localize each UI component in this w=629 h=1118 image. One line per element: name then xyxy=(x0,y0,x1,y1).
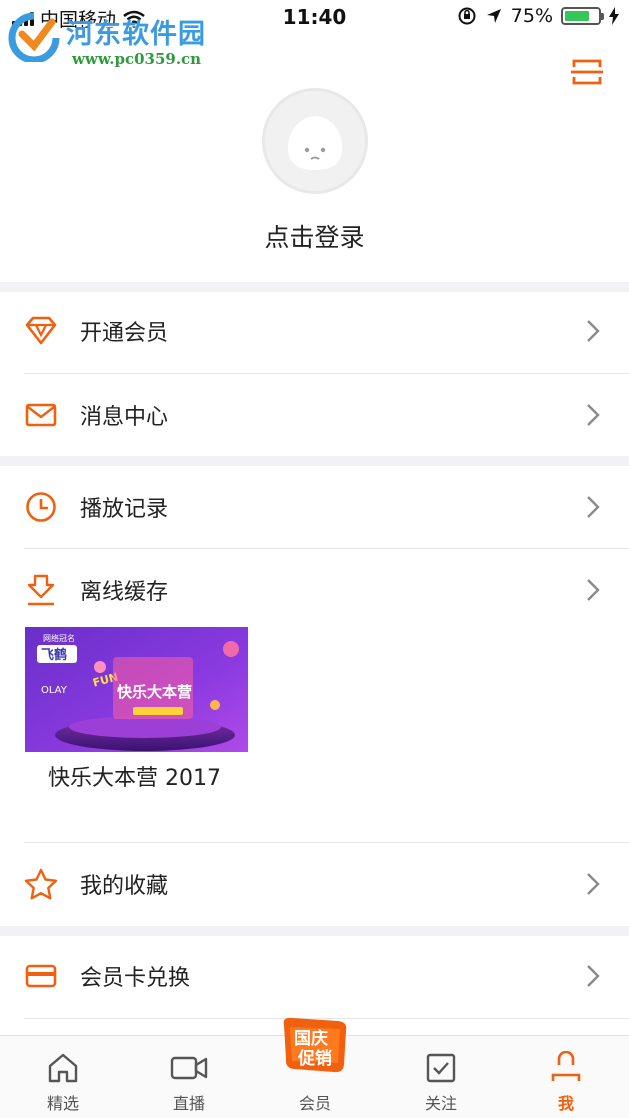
profile-section: 点击登录 xyxy=(0,80,629,280)
menu-item-history[interactable]: 播放记录 xyxy=(0,466,629,548)
battery-percent: 75% xyxy=(510,5,553,27)
menu-item-messages[interactable]: 消息中心 xyxy=(0,374,629,456)
mail-icon xyxy=(24,398,58,432)
poster-brand-text: 飞鹤 xyxy=(41,647,67,663)
poster-show-text: 快乐大本营 xyxy=(117,683,192,701)
poster-sponsor-text: OLAY xyxy=(41,685,68,696)
tab-me[interactable]: 我 xyxy=(503,1036,629,1118)
menu-item-card-redeem[interactable]: 会员卡兑换 xyxy=(0,935,629,1017)
poster-top-text: 网络冠名 xyxy=(43,633,75,643)
chevron-right-icon xyxy=(587,965,600,987)
avatar[interactable] xyxy=(262,88,368,194)
offline-video-title[interactable]: 快乐大本营 2017 xyxy=(48,760,221,792)
menu-label: 消息中心 xyxy=(80,405,169,430)
tab-label: 关注 xyxy=(424,1094,457,1113)
menu-item-vip[interactable]: 开通会员 xyxy=(0,290,629,372)
user-icon xyxy=(546,1050,586,1086)
chevron-right-icon xyxy=(587,873,600,895)
charging-icon xyxy=(609,7,619,25)
tab-featured[interactable]: 精选 xyxy=(0,1036,126,1118)
section-gap xyxy=(0,456,629,466)
watermark-logo xyxy=(8,12,60,62)
default-avatar-icon xyxy=(287,116,343,170)
battery-icon xyxy=(561,7,604,25)
menu-label: 我的收藏 xyxy=(80,874,169,899)
orientation-lock-icon xyxy=(458,7,476,25)
menu-label: 播放记录 xyxy=(80,497,169,522)
tab-follow[interactable]: 关注 xyxy=(378,1036,504,1118)
download-icon xyxy=(24,573,58,607)
menu-item-offline[interactable]: 离线缓存 xyxy=(0,549,629,631)
tab-label: 精选 xyxy=(46,1094,79,1113)
tab-label: 会员 xyxy=(298,1094,331,1113)
home-icon xyxy=(43,1050,83,1086)
checkbox-icon xyxy=(421,1050,461,1086)
chevron-right-icon xyxy=(587,320,600,342)
menu-label: 离线缓存 xyxy=(80,580,169,605)
menu-label: 会员卡兑换 xyxy=(80,966,191,991)
login-button[interactable]: 点击登录 xyxy=(0,218,629,254)
promo-line1: 国庆 xyxy=(294,1028,328,1049)
card-icon xyxy=(24,959,58,993)
video-camera-icon xyxy=(169,1050,209,1086)
tab-live[interactable]: 直播 xyxy=(126,1036,252,1118)
tab-label: 我 xyxy=(557,1094,574,1113)
video-poster: 网络冠名 飞鹤 OLAY FUN 快乐大本营 xyxy=(25,627,248,752)
chevron-right-icon xyxy=(587,496,600,518)
star-icon xyxy=(24,867,58,901)
watermark-url: www.pc0359.cn xyxy=(72,50,202,68)
watermark: 河东软件园 www.pc0359.cn xyxy=(6,6,206,68)
chevron-right-icon xyxy=(587,579,600,601)
diamond-icon xyxy=(24,314,58,348)
location-icon xyxy=(486,9,501,23)
menu-label: 开通会员 xyxy=(80,321,169,346)
watermark-title: 河东软件园 xyxy=(66,19,206,50)
promo-line2: 促销 xyxy=(297,1048,332,1069)
menu-item-favorites[interactable]: 我的收藏 xyxy=(0,843,629,925)
status-right: 75% xyxy=(457,5,619,27)
chevron-right-icon xyxy=(587,404,600,426)
tab-label: 直播 xyxy=(172,1094,205,1113)
offline-video-thumbnail[interactable]: 网络冠名 飞鹤 OLAY FUN 快乐大本营 xyxy=(25,627,248,752)
clock-icon xyxy=(24,490,58,524)
promo-badge[interactable]: 国庆 促销 xyxy=(276,1015,354,1077)
